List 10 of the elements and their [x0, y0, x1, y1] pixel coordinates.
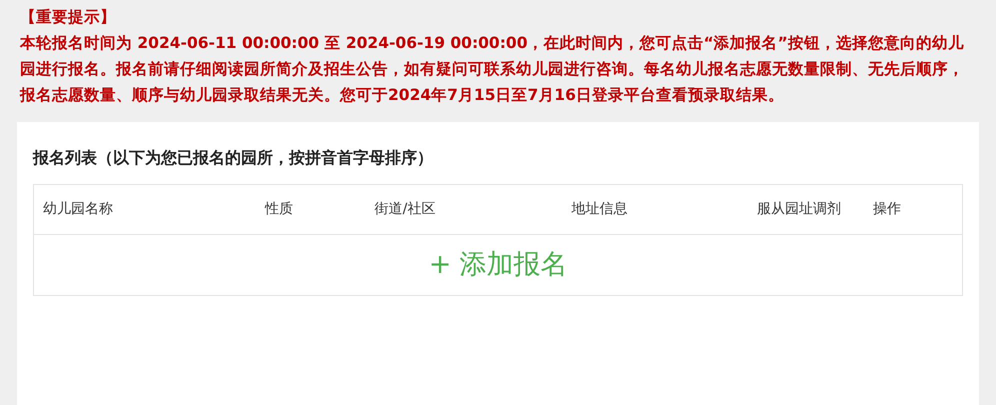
column-header: 幼儿园名称	[43, 200, 114, 219]
notice-text: 本轮报名时间为 2024-06-11 00:00:00 至 2024-06-19 00:00:00，在此时间内，您可点击“添加报名”按钮，选择您意向的幼儿园进行报名。报名前请仔细阅读园所简介及招生公告，如有疑问可联系幼儿园进行咨询。每名幼儿报名志愿无数量限制、无先后顺序，报名志愿数量、顺序与幼儿园录取结果无关。您可于2024年7月15日至7月16日登录平台查看预录取结果。	[20, 33, 965, 106]
notice-title: 【重要提示】	[20, 7, 117, 28]
column-header: 地址信息	[571, 200, 628, 219]
column-header: 操作	[873, 200, 902, 219]
list-title: 报名列表（以下为您已报名的园所，按拼音首字母排序）	[33, 147, 434, 169]
column-header: 街道/社区	[374, 200, 436, 219]
add-button[interactable]: + 添加报名	[428, 244, 568, 286]
column-header: 性质	[264, 200, 294, 219]
column-header: 服从园址调剂	[757, 200, 842, 219]
